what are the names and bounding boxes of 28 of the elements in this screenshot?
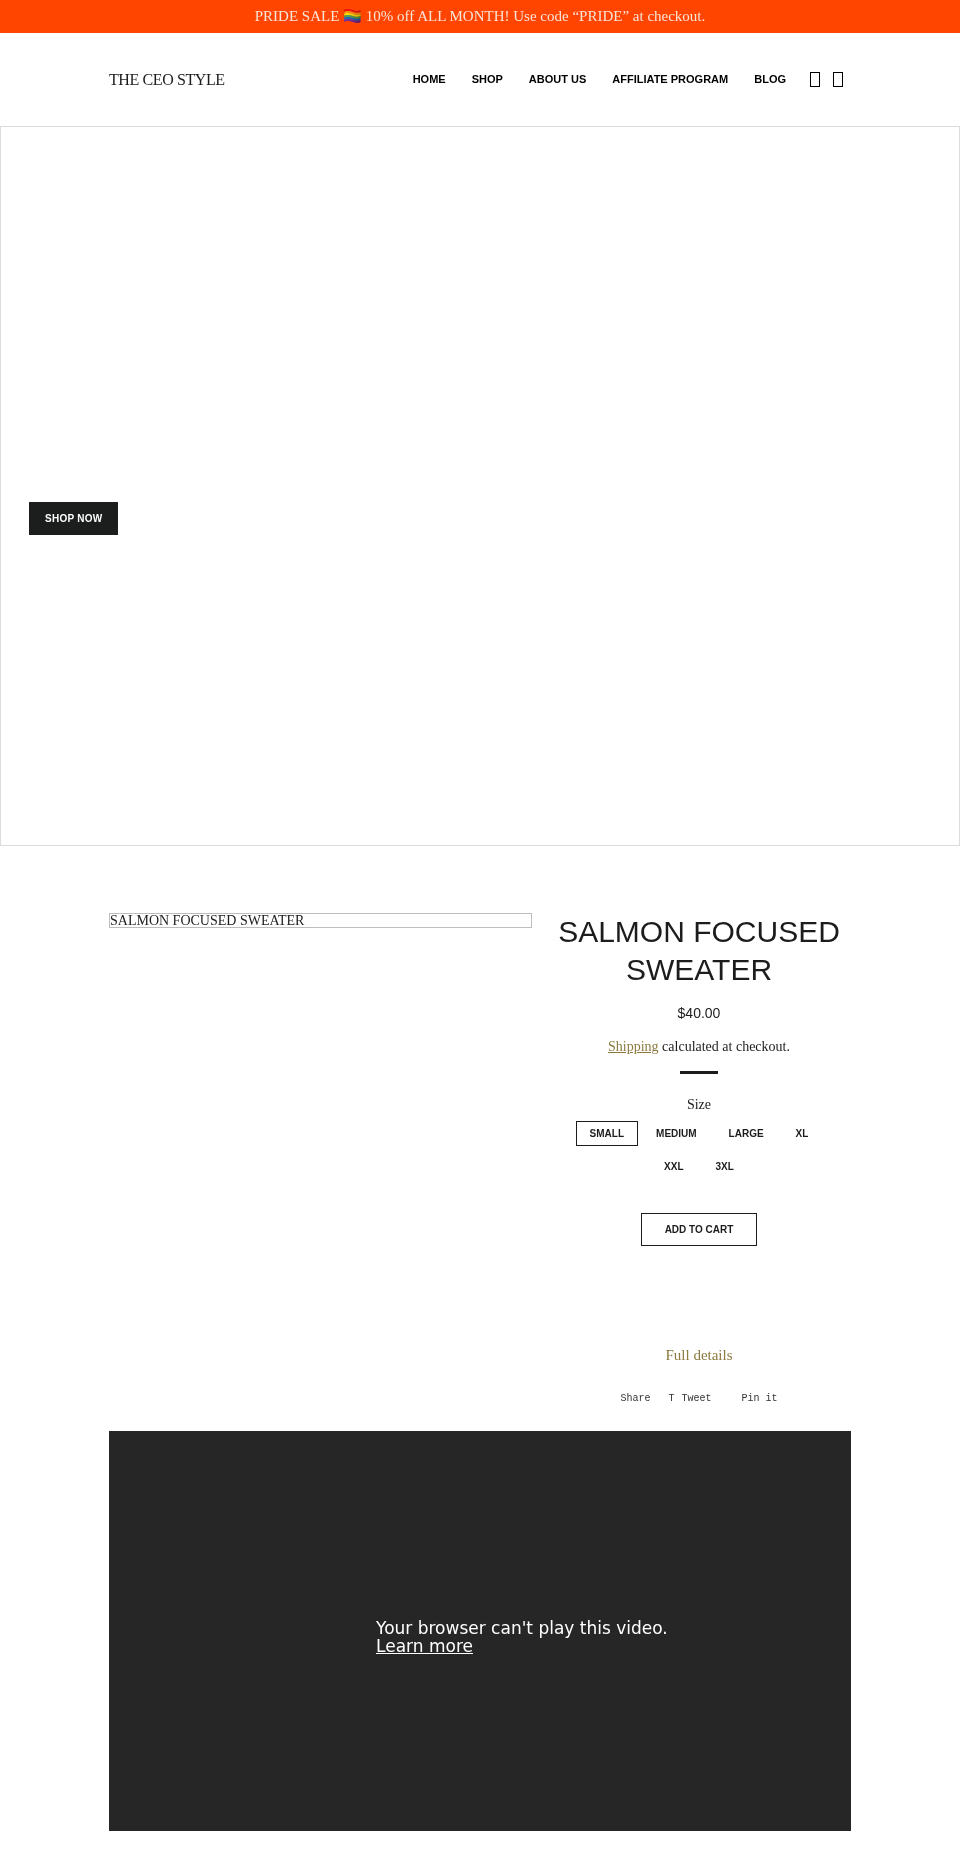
full-details-link[interactable]: Full details: [665, 1344, 733, 1367]
nav-link[interactable]: HOME: [412, 71, 446, 88]
shop-now-button[interactable]: SHOP NOW: [29, 501, 119, 535]
size-option[interactable]: SMALL: [575, 1121, 639, 1146]
image-alt-text: SALMON FOCUSED SWEATER: [110, 913, 305, 928]
size-option[interactable]: LARGE: [714, 1121, 778, 1146]
size-option[interactable]: XL: [781, 1121, 823, 1146]
size-label: Size: [686, 1096, 712, 1114]
social-link[interactable]: Pin it: [741, 1390, 778, 1406]
shipping-link[interactable]: Shipping: [608, 1039, 659, 1054]
nav-link[interactable]: ABOUT US: [528, 71, 587, 88]
social-link[interactable]: Tweet: [681, 1390, 712, 1406]
announcement-text: PRIDE SALE 🏳‍🌈 10% off ALL MONTH! Use code “PRIDE” at checkout.: [254, 7, 706, 27]
twitter-icon[interactable]: T: [668, 1390, 675, 1406]
add-to-cart-button[interactable]: ADD TO CART: [641, 1213, 757, 1246]
product-title: SALMON FOCUSED SWEATER: [557, 914, 841, 988]
nav-link[interactable]: SHOP: [471, 71, 503, 88]
social-link[interactable]: Share: [620, 1390, 651, 1406]
size-option[interactable]: XXL: [650, 1154, 698, 1179]
size-option[interactable]: MEDIUM: [642, 1121, 711, 1146]
nav-link[interactable]: AFFILIATE PROGRAM: [612, 71, 729, 88]
size-option[interactable]: 3XL: [701, 1154, 748, 1179]
video-error-message: Your browser can't play this video.: [376, 1619, 669, 1637]
learn-more-link[interactable]: Learn more: [376, 1636, 473, 1656]
store-logo[interactable]: THE CEO STYLE: [109, 67, 225, 92]
nav-link[interactable]: BLOG: [754, 71, 786, 88]
product-price: $40.00: [677, 1004, 721, 1023]
shipping-note: Shipping calculated at checkout.: [608, 1038, 790, 1056]
